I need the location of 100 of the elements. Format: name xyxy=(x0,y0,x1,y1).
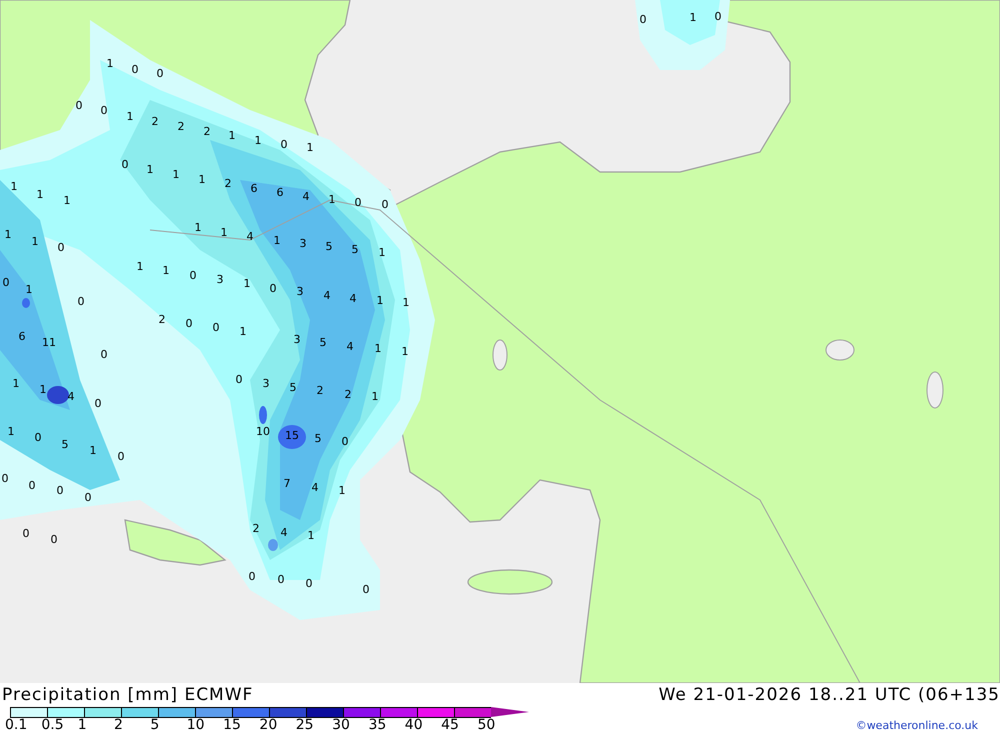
precipitation-value: 2 xyxy=(178,120,184,133)
precipitation-value: 0 xyxy=(186,317,192,330)
precipitation-value: 1 xyxy=(162,264,170,277)
precipitation-value: 7 xyxy=(284,477,290,490)
precipitation-value: 0 xyxy=(382,198,388,211)
precipitation-value: 4 xyxy=(346,340,354,353)
precipitation-value: 5 xyxy=(352,243,358,256)
precipitation-value: 0 xyxy=(640,13,646,26)
precipitation-value: 4 xyxy=(350,292,356,305)
precipitation-value: 1 xyxy=(198,173,206,186)
precipitation-value: 4 xyxy=(68,390,74,403)
precipitation-value: 1 xyxy=(106,57,114,70)
precipitation-value: 15 xyxy=(285,429,299,442)
precipitation-value: 1 xyxy=(32,235,38,248)
precipitation-value: 0 xyxy=(56,484,64,497)
precipitation-value: 0 xyxy=(132,63,138,76)
precipitation-value: 0 xyxy=(76,99,82,112)
precipitation-value: 1 xyxy=(126,110,134,123)
precipitation-value: 1 xyxy=(220,226,228,239)
precipitation-value: 0 xyxy=(2,276,10,289)
precipitation-value: 1 xyxy=(308,529,314,542)
precipitation-value: 1 xyxy=(136,260,144,273)
credit-link[interactable]: ©weatheronline.co.uk xyxy=(856,719,978,732)
precipitation-value: 5 xyxy=(62,438,68,451)
precipitation-value: 0 xyxy=(278,573,284,586)
precipitation-value: 1 xyxy=(40,383,46,396)
precipitation-value: 4 xyxy=(324,289,330,302)
precipitation-value: 0 xyxy=(156,67,164,80)
precipitation-value: 0 xyxy=(34,431,42,444)
precipitation-value: 1 xyxy=(244,277,250,290)
precipitation-value: 0 xyxy=(94,397,102,410)
precipitation-value: 1 xyxy=(146,163,154,176)
precipitation-value: 1 xyxy=(36,188,44,201)
precipitation-value: 1 xyxy=(26,283,32,296)
precipitation-value: 1 xyxy=(10,180,18,193)
precipitation-value: 0 xyxy=(122,158,128,171)
precipitation-value: 3 xyxy=(216,273,224,286)
precipitation-value: 1 xyxy=(402,345,408,358)
precipitation-value: 0 xyxy=(190,269,196,282)
precipitation-value: 1 xyxy=(338,484,346,497)
precipitation-value: 1 xyxy=(194,221,202,234)
precipitation-value: 0 xyxy=(58,241,64,254)
precipitation-value: 0 xyxy=(100,348,108,361)
precipitation-value: 0 xyxy=(248,570,256,583)
precipitation-value: 1 xyxy=(90,444,96,457)
precipitation-value: 0 xyxy=(100,104,108,117)
precipitation-value: 1 xyxy=(12,377,20,390)
precipitation-value: 2 xyxy=(316,384,324,397)
precipitation-value: 0 xyxy=(354,196,362,209)
precipitation-value: 0 xyxy=(28,479,36,492)
precipitation-value: 2 xyxy=(224,177,232,190)
precipitation-value: 0 xyxy=(306,577,312,590)
precipitation-value: 6 xyxy=(18,330,26,343)
precipitation-value: 0 xyxy=(84,491,92,504)
precipitation-value: 0 xyxy=(2,472,8,485)
precipitation-value: 2 xyxy=(344,388,352,401)
precipitation-value: 1 xyxy=(254,134,262,147)
precipitation-value: 0 xyxy=(270,282,276,295)
precipitation-value: 4 xyxy=(312,481,318,494)
precipitation-value: 2 xyxy=(252,522,260,535)
precipitation-value: 6 xyxy=(250,182,258,195)
precipitation-value: 1 xyxy=(64,194,70,207)
precipitation-value: 0 xyxy=(118,450,124,463)
precipitation-value: 3 xyxy=(294,333,300,346)
precipitation-value: 4 xyxy=(246,230,254,243)
precipitation-value: 1 xyxy=(306,141,314,154)
precipitation-value: 1 xyxy=(274,234,280,247)
precipitation-value: 1 xyxy=(374,342,382,355)
precipitation-value: 3 xyxy=(262,377,270,390)
precipitation-value: 2 xyxy=(204,125,210,138)
precipitation-value: 0 xyxy=(50,533,58,546)
precipitation-value: 6 xyxy=(276,186,284,199)
precipitation-value: 0 xyxy=(236,373,242,386)
precipitation-value: 3 xyxy=(300,237,306,250)
precipitation-value: 0 xyxy=(78,295,84,308)
precipitation-value: 2 xyxy=(158,313,166,326)
precipitation-value: 0 xyxy=(212,321,220,334)
precipitation-value: 0 xyxy=(714,10,722,23)
precipitation-value: 1 xyxy=(402,296,410,309)
precipitation-value: 5 xyxy=(320,336,326,349)
valid-time: We 21-01-2026 18..21 UTC (06+135 xyxy=(658,685,1000,705)
precipitation-value: 1 xyxy=(4,228,12,241)
precipitation-value: 5 xyxy=(290,381,296,394)
precipitation-value: 1 xyxy=(328,193,336,206)
precipitation-value: 10 xyxy=(256,425,270,438)
precipitation-value: 1 xyxy=(372,390,378,403)
precipitation-value: 1 xyxy=(240,325,246,338)
precipitation-value: 0 xyxy=(22,527,30,540)
precipitation-value: 1 xyxy=(172,168,180,181)
precipitation-value: 4 xyxy=(280,526,288,539)
precipitation-value: 1 xyxy=(8,425,14,438)
precipitation-value: 0 xyxy=(280,138,288,151)
precipitation-value: 3 xyxy=(296,285,304,298)
precipitation-value: 1 xyxy=(376,294,384,307)
precipitation-value: 0 xyxy=(342,435,348,448)
precipitation-value: 1 xyxy=(690,11,696,24)
precipitation-value: 5 xyxy=(314,432,322,445)
precipitation-value: 5 xyxy=(326,240,332,253)
precipitation-value: 1 xyxy=(228,129,236,142)
precipitation-value: 4 xyxy=(302,190,310,203)
